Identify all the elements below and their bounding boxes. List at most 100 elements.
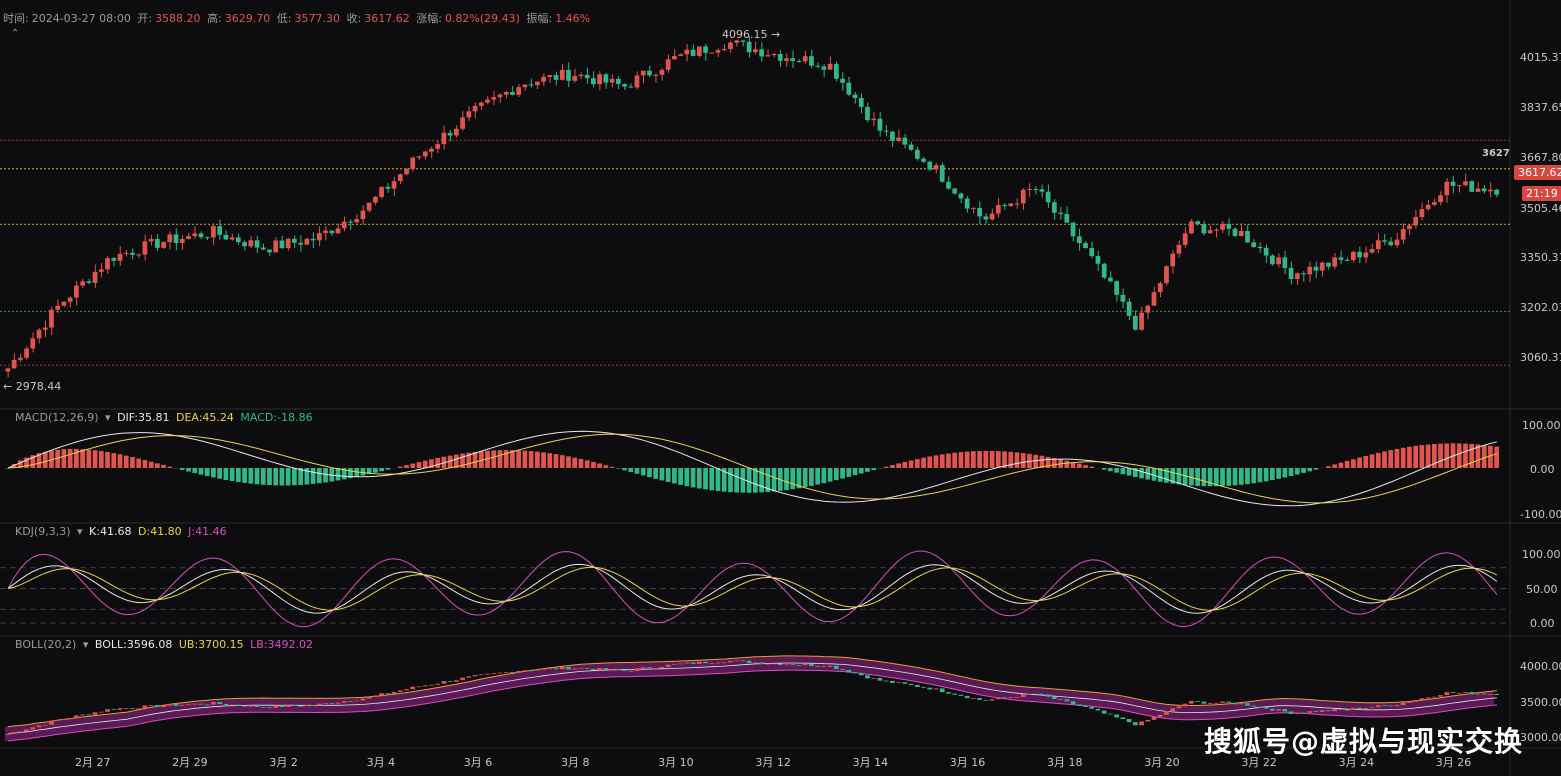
boll-candle [933, 688, 939, 690]
chevron-up-icon[interactable]: ⌃ [11, 28, 19, 39]
kdj-y-tick: 50.00 [1526, 583, 1558, 596]
boll-candle [416, 686, 422, 688]
boll-candle [30, 727, 36, 730]
macd-bar [902, 461, 908, 468]
boll-candle [628, 670, 634, 672]
boll-candle [1020, 693, 1026, 697]
candle-body [771, 54, 777, 56]
candle-body [292, 238, 297, 243]
boll-candle [1058, 699, 1063, 700]
boll-candle [958, 694, 964, 696]
chart-canvas[interactable] [0, 0, 1561, 776]
candle-body [1027, 188, 1032, 190]
macd-bar [821, 468, 827, 484]
candle-body [1488, 189, 1493, 192]
macd-bar [883, 466, 889, 468]
boll-candle [690, 662, 696, 664]
macd-bar [921, 457, 926, 468]
change-value: 0.82%(29.43) [444, 12, 520, 25]
macd-bar [1351, 459, 1356, 468]
boll-candle [721, 662, 727, 664]
macd-bar [198, 468, 204, 475]
macd-bar [584, 460, 590, 468]
candle-body [1400, 229, 1406, 240]
boll-candle [497, 672, 503, 674]
macd-bar [1270, 468, 1275, 481]
boll-candle [591, 668, 596, 671]
candle-body [1070, 222, 1076, 237]
macd-bar [703, 468, 708, 490]
boll-candle [323, 703, 328, 704]
candle-body [1413, 216, 1419, 226]
boll-candle [155, 704, 160, 707]
boll-candle [242, 705, 247, 707]
macd-bar [640, 468, 646, 476]
close-value: 3617.62 [364, 12, 410, 25]
boll-candle [1232, 702, 1238, 705]
candle-body [1475, 188, 1481, 192]
candle-body [659, 69, 665, 75]
macd-bar [802, 468, 808, 488]
boll-mid: BOLL:3596.08 [94, 638, 173, 651]
candle-body [1388, 241, 1394, 246]
boll-candle [1132, 722, 1138, 726]
macd-name[interactable]: MACD(12,26,9) [15, 411, 99, 424]
candle-body [1338, 257, 1344, 260]
boll-candle [123, 708, 129, 709]
candle-body [1058, 212, 1063, 214]
candle-body [989, 213, 995, 220]
boll-candle [821, 666, 827, 668]
macd-bar [983, 450, 989, 468]
boll-candle [790, 664, 796, 666]
candle-body [1089, 248, 1095, 257]
candle-body [640, 70, 646, 76]
boll-candle [435, 683, 441, 685]
boll-candle [161, 705, 166, 707]
candle-body [665, 59, 671, 70]
boll-candle [1450, 692, 1456, 694]
macd-bar [977, 450, 982, 468]
macd-dif: DIF:35.81 [117, 411, 170, 424]
candle-body [1332, 257, 1338, 267]
candle-body [534, 81, 540, 86]
boll-candle [728, 660, 733, 663]
candle-body [42, 327, 48, 330]
candle-body [279, 240, 285, 249]
boll-candle [1008, 697, 1014, 698]
macd-bar [267, 468, 272, 486]
boll-candle [634, 668, 640, 671]
boll-candle [454, 680, 459, 682]
dropdown-icon[interactable]: ▾ [77, 525, 83, 538]
candle-body [267, 249, 272, 253]
macd-bar [547, 453, 553, 468]
macd-bar [1251, 468, 1257, 484]
macd-bar [1064, 460, 1070, 468]
kdj-name[interactable]: KDJ(9,3,3) [15, 525, 71, 538]
boll-candle [1213, 702, 1219, 704]
candle-body [105, 258, 110, 270]
candle-body [634, 75, 640, 88]
candle-body [1189, 221, 1194, 234]
macd-bar [1076, 463, 1082, 468]
macd-bar [771, 468, 777, 492]
candle-body [366, 202, 372, 211]
candle-body [995, 205, 1001, 214]
price-y-tick: 3202.03 [1520, 301, 1561, 314]
boll-candle [1045, 694, 1051, 697]
boll-candle [11, 732, 17, 734]
candle-body [1463, 181, 1468, 186]
boll-candle [946, 692, 951, 694]
macd-bar [696, 468, 702, 489]
dropdown-icon[interactable]: ▾ [105, 411, 111, 424]
macd-bar [647, 468, 652, 478]
candle-body [840, 78, 845, 83]
macd-bar [958, 452, 964, 468]
candle-body [684, 49, 690, 55]
boll-candle [1251, 705, 1257, 707]
boll-candle [578, 668, 584, 669]
candle-body [784, 58, 789, 61]
boll-name[interactable]: BOLL(20,2) [15, 638, 76, 651]
dropdown-icon[interactable]: ▾ [83, 638, 89, 651]
candle-body [1438, 195, 1443, 203]
macd-bar [528, 451, 534, 468]
